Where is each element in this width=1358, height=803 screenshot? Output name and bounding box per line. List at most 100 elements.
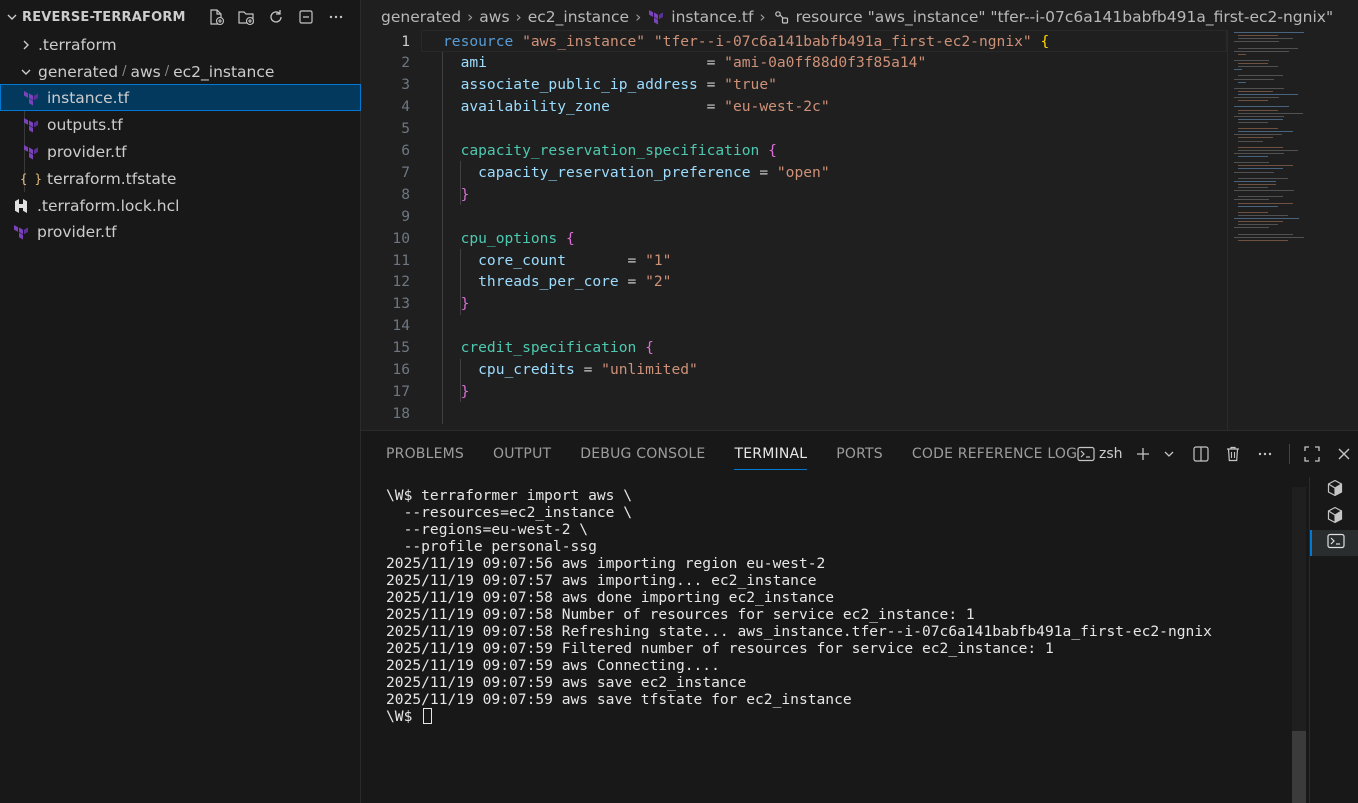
code-line[interactable]: 3 associate_public_ip_address = "true" xyxy=(361,74,1227,96)
tree-file-tfstate[interactable]: { } terraform.tfstate xyxy=(0,165,361,192)
code-token: "true" xyxy=(724,76,777,94)
workspace-title: REVERSE-TERRAFORM xyxy=(22,9,186,25)
minimap-line xyxy=(1234,236,1304,238)
minimap-line xyxy=(1234,115,1284,117)
line-number: 15 xyxy=(392,339,410,357)
code-line[interactable]: 1 resource "aws_instance" "tfer--i-07c6a1… xyxy=(361,30,1227,52)
split-terminal-icon[interactable] xyxy=(1189,442,1213,466)
maximize-panel-icon[interactable] xyxy=(1300,442,1324,466)
terminal-line: --regions=eu-west-2 \ xyxy=(386,521,589,538)
close-panel-icon[interactable] xyxy=(1332,442,1356,466)
tree-file-lock-hcl[interactable]: .terraform.lock.hcl xyxy=(0,192,361,219)
indent-guide xyxy=(442,51,443,425)
code-token: resource xyxy=(443,32,523,50)
code-line[interactable]: 17 } xyxy=(361,380,1227,402)
terminal-line: --resources=ec2_instance \ xyxy=(386,504,633,521)
minimap-line xyxy=(1234,171,1274,173)
minimap-line xyxy=(1238,109,1278,111)
indent-guide xyxy=(460,358,461,403)
minimap-line xyxy=(1238,183,1276,185)
code-token: } xyxy=(443,382,470,400)
terminal-prompt[interactable]: \W$ xyxy=(386,708,1212,725)
tree-file-root-provider-tf[interactable]: provider.tf xyxy=(0,218,361,245)
code-token: = xyxy=(486,54,725,72)
more-actions-icon[interactable] xyxy=(326,7,346,27)
breadcrumb-item[interactable]: resource "aws_instance" "tfer--i-07c6a14… xyxy=(796,8,1333,26)
json-icon: { } xyxy=(20,171,42,186)
tree-folder-terraform[interactable]: .terraform xyxy=(0,31,361,58)
code-token: credit_specification xyxy=(443,339,637,357)
terminal-instance[interactable] xyxy=(1310,477,1358,503)
code-line[interactable]: 16 cpu_credits = "unlimited" xyxy=(361,359,1227,381)
tree-item-label: terraform.tfstate xyxy=(47,169,177,188)
code-line[interactable]: 5 xyxy=(361,118,1227,140)
terminal-instance[interactable] xyxy=(1310,504,1358,530)
collapse-all-icon[interactable] xyxy=(296,7,316,27)
more-actions-icon[interactable] xyxy=(1253,442,1277,466)
tree-folder-generated[interactable]: generated / aws / ec2_instance xyxy=(0,58,361,85)
minimap-line xyxy=(1238,100,1268,102)
code-line[interactable]: 15 credit_specification { xyxy=(361,337,1227,359)
minimap-line xyxy=(1238,221,1283,223)
tab-code-reference-log[interactable]: CODE REFERENCE LOG xyxy=(912,431,1077,477)
tab-terminal[interactable]: TERMINAL xyxy=(734,431,807,477)
code-line[interactable]: 18 xyxy=(361,402,1227,424)
minimap-line xyxy=(1234,199,1269,201)
breadcrumb-item[interactable]: generated xyxy=(381,8,461,26)
code-line[interactable]: 2 ami = "ami-0a0ff88d0f3f85a14" xyxy=(361,52,1227,74)
refresh-icon[interactable] xyxy=(266,7,286,27)
minimap-line xyxy=(1234,152,1284,154)
minimap-line xyxy=(1234,106,1289,108)
trash-icon[interactable] xyxy=(1221,442,1245,466)
tree-item-label: .terraform xyxy=(38,35,117,54)
code-token: associate_public_ip_address xyxy=(443,76,698,94)
minimap-line xyxy=(1238,211,1268,213)
breadcrumb-item[interactable]: aws xyxy=(479,8,509,26)
code-line[interactable]: 7 capacity_reservation_preference = "ope… xyxy=(361,161,1227,183)
chevron-down-icon[interactable] xyxy=(1157,442,1181,466)
breadcrumb-item[interactable]: instance.tf xyxy=(671,8,753,26)
code-line[interactable]: 13 } xyxy=(361,293,1227,315)
tab-debug-console[interactable]: DEBUG CONSOLE xyxy=(580,431,705,477)
tab-problems[interactable]: PROBLEMS xyxy=(386,431,464,477)
tab-ports[interactable]: PORTS xyxy=(836,431,883,477)
code-line[interactable]: 10 cpu_options { xyxy=(361,227,1227,249)
line-number: 10 xyxy=(392,229,410,247)
code-token: capacity_reservation_specification xyxy=(443,142,760,159)
code-lines[interactable]: 1 resource "aws_instance" "tfer--i-07c6a1… xyxy=(361,30,1227,430)
tab-output[interactable]: OUTPUT xyxy=(493,431,551,477)
new-file-icon[interactable] xyxy=(206,7,226,27)
code-text: } xyxy=(443,382,470,400)
chevron-down-icon[interactable] xyxy=(4,9,20,25)
code-line[interactable]: 14 xyxy=(361,315,1227,337)
code-token: "open" xyxy=(776,163,830,181)
code-text: core_count = "1" xyxy=(443,252,671,269)
panel-actions: zsh xyxy=(1077,442,1358,466)
terminal-shell-selector[interactable]: zsh xyxy=(1077,442,1123,466)
tree-file-instance-tf[interactable]: instance.tf xyxy=(0,84,361,111)
new-terminal-icon[interactable] xyxy=(1131,442,1155,466)
cube-icon xyxy=(1326,479,1344,501)
terminal-instance-active[interactable] xyxy=(1310,530,1358,556)
terminal-scrollbar[interactable] xyxy=(1292,731,1306,803)
code-token: "aws_instance" "tfer--i-07c6a141babfb491… xyxy=(522,32,1032,50)
minimap[interactable] xyxy=(1227,30,1358,430)
code-line[interactable]: 4 availability_zone = "eu-west-2c" xyxy=(361,96,1227,118)
breadcrumb-item[interactable]: ec2_instance xyxy=(528,8,629,26)
code-token: threads_per_core xyxy=(443,273,619,291)
terminal-output[interactable]: \W$ terraformer import aws \ --resources… xyxy=(386,487,1212,725)
code-line[interactable]: 9 xyxy=(361,205,1227,227)
code-line[interactable]: 8 } xyxy=(361,183,1227,205)
tree-file-outputs-tf[interactable]: outputs.tf xyxy=(0,111,361,138)
minimap-line xyxy=(1238,81,1246,83)
minimap-line xyxy=(1238,149,1298,151)
code-line[interactable]: 11 core_count = "1" xyxy=(361,249,1227,271)
tree-item-label: ec2_instance xyxy=(173,62,275,81)
minimap-line xyxy=(1234,97,1279,99)
code-line[interactable]: 12 threads_per_core = "2" xyxy=(361,271,1227,293)
tree-file-provider-tf[interactable]: provider.tf xyxy=(0,138,361,165)
indent-guide xyxy=(460,249,461,315)
code-line[interactable]: 6 capacity_reservation_specification { xyxy=(361,140,1227,162)
tree-item-label: provider.tf xyxy=(47,142,127,161)
new-folder-icon[interactable] xyxy=(236,7,256,27)
